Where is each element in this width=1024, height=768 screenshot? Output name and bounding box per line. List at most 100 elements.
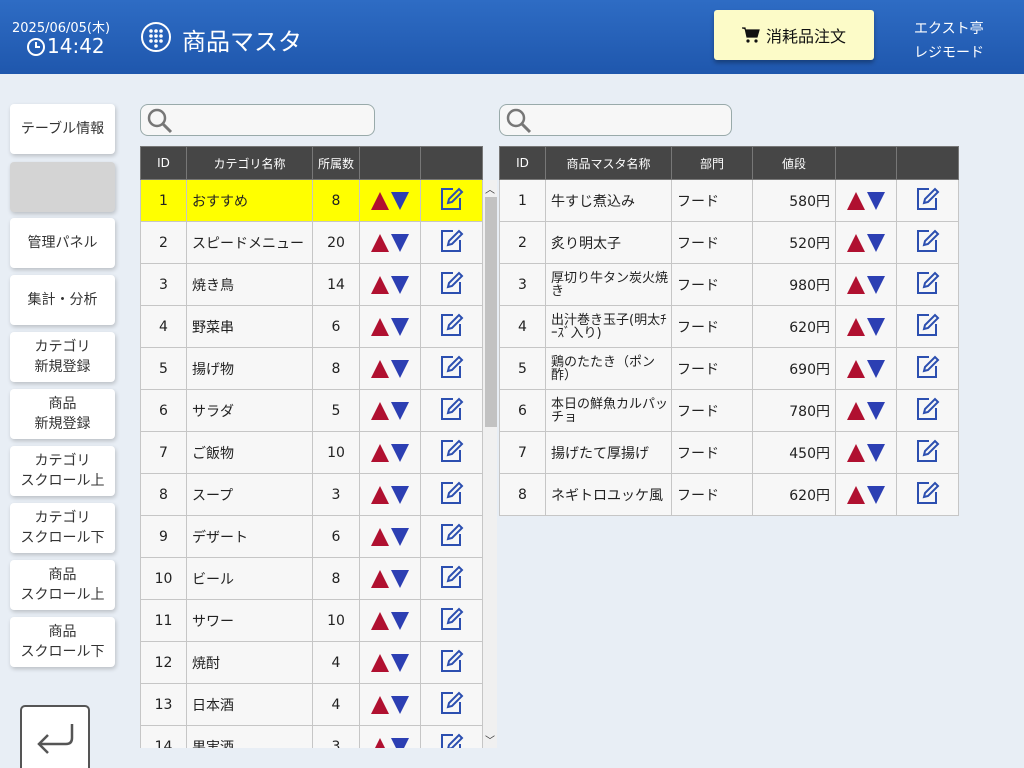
category-row[interactable]: 6 サラダ 5 [140,389,483,432]
move-down-icon[interactable] [867,359,885,378]
category-search[interactable] [140,104,375,136]
sidebar-item-blank[interactable] [10,162,115,212]
move-up-icon[interactable] [371,191,389,210]
move-down-icon[interactable] [391,527,409,546]
edit-button[interactable] [896,179,959,222]
category-row[interactable]: 12 焼酎 4 [140,641,483,684]
category-search-input[interactable] [177,109,366,131]
move-down-icon[interactable] [867,485,885,504]
sidebar-item-category-scroll-up[interactable]: カテゴリ スクロール上 [10,446,115,496]
category-row[interactable]: 1 おすすめ 8 [140,179,483,222]
product-row[interactable]: 7 揚げたて厚揚げ フード 450円 [499,431,959,474]
edit-button[interactable] [420,641,483,684]
move-up-icon[interactable] [371,695,389,714]
edit-button[interactable] [896,347,959,390]
category-row[interactable]: 10 ビール 8 [140,557,483,600]
move-up-icon[interactable] [371,737,389,748]
category-row[interactable]: 7 ご飯物 10 [140,431,483,474]
product-row[interactable]: 1 牛すじ煮込み フード 580円 [499,179,959,222]
move-down-icon[interactable] [867,443,885,462]
move-up-icon[interactable] [371,443,389,462]
move-up-icon[interactable] [847,443,865,462]
move-up-icon[interactable] [371,611,389,630]
edit-button[interactable] [420,431,483,474]
move-up-icon[interactable] [847,233,865,252]
move-down-icon[interactable] [391,569,409,588]
move-down-icon[interactable] [867,191,885,210]
move-up-icon[interactable] [371,401,389,420]
edit-button[interactable] [420,515,483,558]
move-up-icon[interactable] [847,191,865,210]
edit-button[interactable] [420,389,483,432]
sidebar-item-product-scroll-down[interactable]: 商品 スクロール下 [10,617,115,667]
move-up-icon[interactable] [371,653,389,672]
category-row[interactable]: 8 スープ 3 [140,473,483,516]
move-up-icon[interactable] [847,359,865,378]
move-down-icon[interactable] [391,401,409,420]
category-row[interactable]: 14 果実酒 3 [140,725,483,748]
move-down-icon[interactable] [867,233,885,252]
move-up-icon[interactable] [371,569,389,588]
edit-button[interactable] [420,347,483,390]
move-down-icon[interactable] [391,233,409,252]
sidebar-item-category-scroll-down[interactable]: カテゴリ スクロール下 [10,503,115,553]
edit-button[interactable] [420,221,483,264]
product-row[interactable]: 4 出汁巻き玉子(明太ﾁｰｽﾞ入り) フード 620円 [499,305,959,348]
move-down-icon[interactable] [867,317,885,336]
product-search[interactable] [499,104,732,136]
move-down-icon[interactable] [867,275,885,294]
move-down-icon[interactable] [391,191,409,210]
move-up-icon[interactable] [847,275,865,294]
move-down-icon[interactable] [867,401,885,420]
move-down-icon[interactable] [391,737,409,748]
move-down-icon[interactable] [391,695,409,714]
sidebar-item-admin-panel[interactable]: 管理パネル [10,218,115,268]
scrollbar-thumb[interactable] [485,197,497,427]
category-row[interactable]: 2 スピードメニュー 20 [140,221,483,264]
product-row[interactable]: 8 ネギトロユッケ風 フード 620円 [499,473,959,516]
sidebar-item-analytics[interactable]: 集計・分析 [10,275,115,325]
product-search-input[interactable] [536,109,723,131]
move-up-icon[interactable] [847,317,865,336]
scroll-down-icon[interactable]: ﹀ [484,732,496,747]
category-row[interactable]: 5 揚げ物 8 [140,347,483,390]
move-down-icon[interactable] [391,611,409,630]
category-row[interactable]: 13 日本酒 4 [140,683,483,726]
edit-button[interactable] [896,473,959,516]
category-scrollbar[interactable]: ︿ ﹀ [483,180,497,748]
product-row[interactable]: 6 本日の鮮魚カルパッチョ フード 780円 [499,389,959,432]
move-up-icon[interactable] [371,275,389,294]
edit-button[interactable] [420,305,483,348]
category-row[interactable]: 11 サワー 10 [140,599,483,642]
product-row[interactable]: 3 厚切り牛タン炭火焼き フード 980円 [499,263,959,306]
sidebar-item-new-category[interactable]: カテゴリ 新規登録 [10,332,115,382]
move-down-icon[interactable] [391,317,409,336]
move-up-icon[interactable] [847,485,865,504]
edit-button[interactable] [420,179,483,222]
move-up-icon[interactable] [371,485,389,504]
edit-button[interactable] [420,599,483,642]
product-row[interactable]: 5 鶏のたたき（ポン酢） フード 690円 [499,347,959,390]
category-row[interactable]: 3 焼き鳥 14 [140,263,483,306]
category-row[interactable]: 4 野菜串 6 [140,305,483,348]
product-row[interactable]: 2 炙り明太子 フード 520円 [499,221,959,264]
move-up-icon[interactable] [371,317,389,336]
move-down-icon[interactable] [391,443,409,462]
edit-button[interactable] [896,221,959,264]
sidebar-item-table-info[interactable]: テーブル情報 [10,104,115,154]
move-up-icon[interactable] [371,359,389,378]
sidebar-item-new-product[interactable]: 商品 新規登録 [10,389,115,439]
move-down-icon[interactable] [391,653,409,672]
move-up-icon[interactable] [371,527,389,546]
order-supplies-button[interactable]: 消耗品注文 [714,10,874,60]
edit-button[interactable] [420,557,483,600]
edit-button[interactable] [896,431,959,474]
sidebar-item-product-scroll-up[interactable]: 商品 スクロール上 [10,560,115,610]
edit-button[interactable] [420,683,483,726]
move-up-icon[interactable] [847,401,865,420]
edit-button[interactable] [420,473,483,516]
edit-button[interactable] [420,263,483,306]
edit-button[interactable] [420,725,483,748]
edit-button[interactable] [896,263,959,306]
back-button[interactable] [20,705,90,768]
